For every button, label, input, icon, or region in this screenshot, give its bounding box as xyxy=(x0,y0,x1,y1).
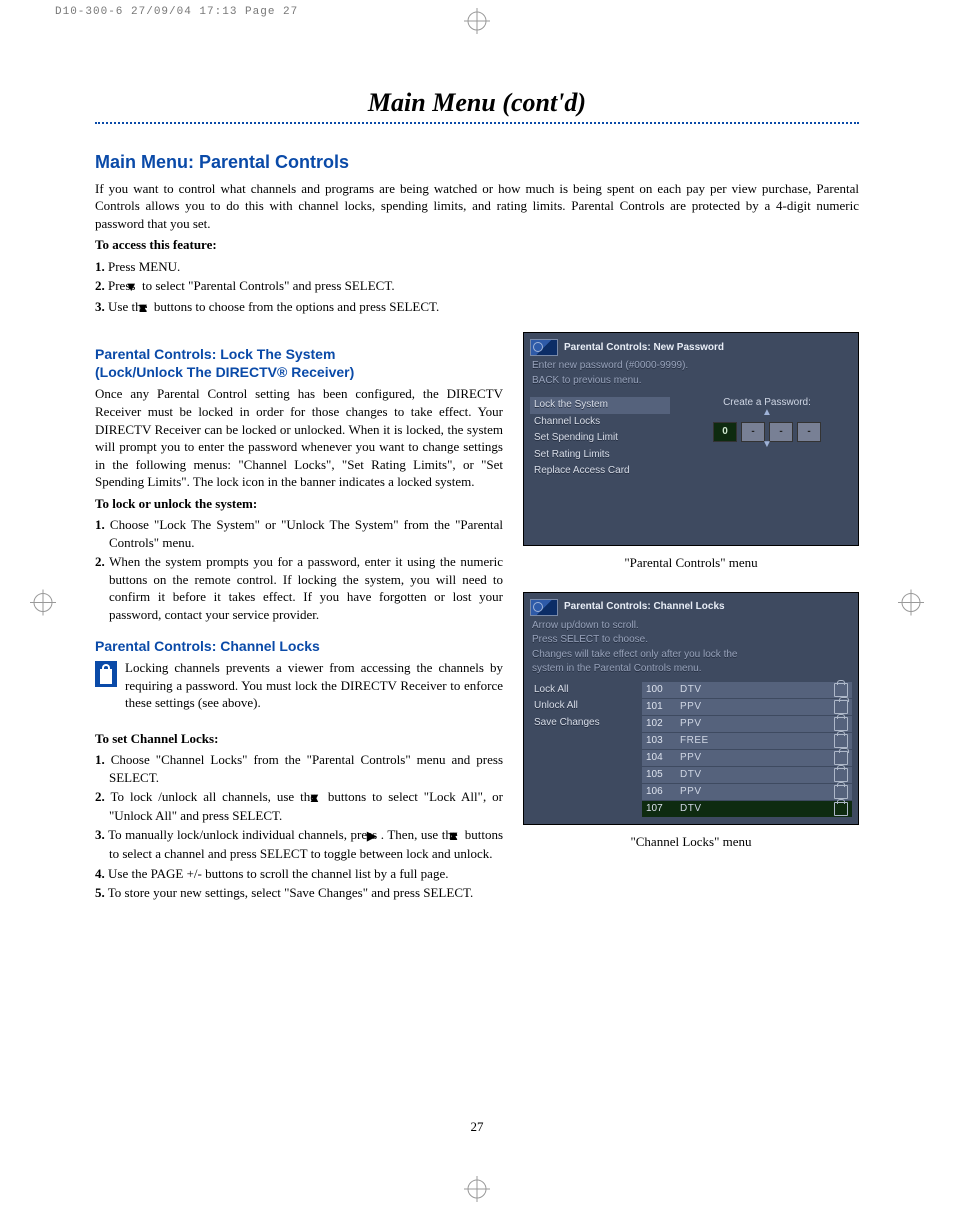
lock-icon xyxy=(834,785,848,799)
registration-mark-bottom xyxy=(464,1176,490,1202)
lock-heading: Parental Controls: Lock The System (Lock… xyxy=(95,346,503,381)
unlock-icon xyxy=(834,700,848,714)
channel-list: 100DTV101PPV102PPV103FREE104PPV105DTV106… xyxy=(642,682,852,818)
lock-note: Locking channels prevents a viewer from … xyxy=(95,659,503,716)
channel-row: 104PPV xyxy=(642,750,852,766)
step: 4. Use the PAGE +/- buttons to scroll th… xyxy=(95,865,503,883)
channel-row: 107DTV xyxy=(642,801,852,817)
channel-row: 100DTV xyxy=(642,682,852,698)
manual-page: D10-300-6 27/09/04 17:13 Page 27 Main Me… xyxy=(0,0,954,1210)
lock-icon xyxy=(834,717,848,731)
step: 1. Press MENU. xyxy=(95,258,859,276)
channel-row: 106PPV xyxy=(642,784,852,800)
lock-icon xyxy=(834,768,848,782)
chevron-down-icon: ▼ xyxy=(682,442,852,448)
crop-mark-right xyxy=(898,590,924,621)
page-number: 27 xyxy=(0,1119,954,1135)
screenshot-channel-locks: Parental Controls: Channel Locks Arrow u… xyxy=(523,592,859,825)
title-rule xyxy=(95,122,859,124)
step: 3. To manually lock/unlock individual ch… xyxy=(95,826,503,862)
directv-logo-icon xyxy=(530,599,558,616)
lock-howto-label: To lock or unlock the system: xyxy=(95,495,503,513)
print-slug: D10-300-6 27/09/04 17:13 Page 27 xyxy=(55,7,298,18)
access-steps: 1. Press MENU. 2. Press ▼ to select "Par… xyxy=(95,258,859,317)
onscreen-menu: Lock the System Channel Locks Set Spendi… xyxy=(530,397,670,480)
step: 2. To lock /unlock all channels, use the… xyxy=(95,788,503,824)
step: 3. Use the ▲▼ buttons to choose from the… xyxy=(95,298,859,317)
screenshot-caption: "Channel Locks" menu xyxy=(523,833,859,851)
screenshot-parental-controls: Parental Controls: New Password Enter ne… xyxy=(523,332,859,546)
access-label: To access this feature: xyxy=(95,236,859,254)
chlock-howto-label: To set Channel Locks: xyxy=(95,730,503,748)
chlock-steps: 1. Choose "Channel Locks" from the "Pare… xyxy=(95,751,503,901)
lock-icon xyxy=(834,802,848,816)
onscreen-menu: Lock All Unlock All Save Changes xyxy=(530,682,630,818)
lock-paragraph: Once any Parental Control setting has be… xyxy=(95,385,503,490)
directv-logo-icon xyxy=(530,339,558,356)
lock-steps: 1. Choose "Lock The System" or "Unlock T… xyxy=(95,516,503,623)
password-pane: Create a Password: ▲ 0 - - - ▼ xyxy=(682,397,852,480)
channel-row: 105DTV xyxy=(642,767,852,783)
screenshot-caption: "Parental Controls" menu xyxy=(523,554,859,572)
channel-row: 102PPV xyxy=(642,716,852,732)
unlock-icon xyxy=(834,751,848,765)
intro-paragraph: If you want to control what channels and… xyxy=(95,180,859,233)
step: 5. To store your new settings, select "S… xyxy=(95,884,503,902)
section-heading: Main Menu: Parental Controls xyxy=(95,152,859,174)
chevron-up-icon: ▲ xyxy=(682,410,852,416)
channel-row: 103FREE xyxy=(642,733,852,749)
step: 1. Choose "Channel Locks" from the "Pare… xyxy=(95,751,503,786)
crop-mark-left xyxy=(30,590,56,621)
channel-row: 101PPV xyxy=(642,699,852,715)
lock-icon xyxy=(834,734,848,748)
step: 2. When the system prompts you for a pas… xyxy=(95,553,503,623)
chlock-heading: Parental Controls: Channel Locks xyxy=(95,638,503,656)
registration-mark-top xyxy=(464,8,490,34)
step: 1. Choose "Lock The System" or "Unlock T… xyxy=(95,516,503,551)
lock-icon xyxy=(834,683,848,697)
page-content: Main Menu (cont'd) Main Menu: Parental C… xyxy=(95,90,859,904)
page-title: Main Menu (cont'd) xyxy=(95,90,859,116)
lock-icon xyxy=(95,661,117,687)
step: 2. Press ▼ to select "Parental Controls"… xyxy=(95,277,859,296)
